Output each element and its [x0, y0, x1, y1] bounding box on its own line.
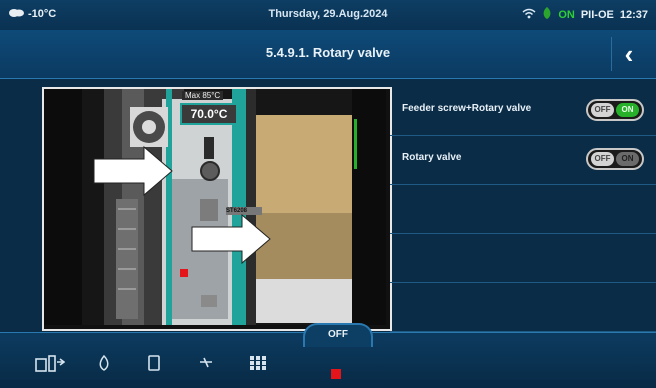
setting-label: Feeder screw+Rotary valve	[402, 103, 532, 114]
setting-row-empty	[390, 283, 656, 332]
page-title: 5.4.9.1. Rotary valve	[265, 45, 391, 60]
grid-icon[interactable]	[238, 345, 278, 381]
setting-row-empty	[390, 185, 656, 234]
setting-row-empty	[390, 234, 656, 283]
flame-icon[interactable]	[84, 345, 124, 381]
mode-tab[interactable]: OFF	[303, 323, 373, 347]
toggle-on-label: ON	[616, 103, 639, 117]
home-icon[interactable]	[30, 345, 70, 381]
page-header: 5.4.9.1. Rotary valve ‹	[0, 30, 656, 79]
bottom-nav: OFF	[0, 323, 656, 388]
connection-status: ON	[558, 8, 575, 21]
main-content: Max 85°C 70.0°C ST6208 Feeder screw+Rota…	[0, 79, 656, 332]
temp-max-label: Max 85°C	[182, 91, 224, 100]
fan-icon[interactable]	[186, 345, 226, 381]
toggle-on-label: ON	[616, 152, 639, 166]
toggle-off-label: OFF	[591, 152, 614, 166]
temp-value-box: 70.0°C	[180, 103, 238, 125]
feeder-rotary-toggle[interactable]: OFF ON	[586, 99, 644, 121]
setting-row-rotary-valve: Rotary valve OFF ON	[390, 136, 656, 185]
chevron-left-icon: ‹	[624, 38, 634, 69]
status-right: ON PII-OE 12:37	[522, 7, 648, 22]
sensor-tag: ST6208	[226, 208, 248, 214]
rotary-valve-diagram: Max 85°C 70.0°C ST6208	[42, 87, 392, 331]
status-bar: -10°C Thursday, 29.Aug.2024 ON PII-OE 12…	[0, 0, 656, 31]
stop-icon[interactable]	[331, 369, 341, 379]
wifi-icon	[522, 8, 536, 22]
setting-label: Rotary valve	[402, 152, 462, 163]
user-label: PII-OE	[580, 8, 614, 21]
back-button[interactable]: ‹	[611, 37, 646, 71]
tank-icon[interactable]	[134, 345, 174, 381]
setting-row-feeder-rotary: Feeder screw+Rotary valve OFF ON	[390, 87, 656, 136]
toggle-off-label: OFF	[591, 103, 614, 117]
rotary-valve-toggle[interactable]: OFF ON	[586, 148, 644, 170]
leaf-icon	[542, 7, 552, 22]
clock-text: 12:37	[619, 8, 648, 21]
